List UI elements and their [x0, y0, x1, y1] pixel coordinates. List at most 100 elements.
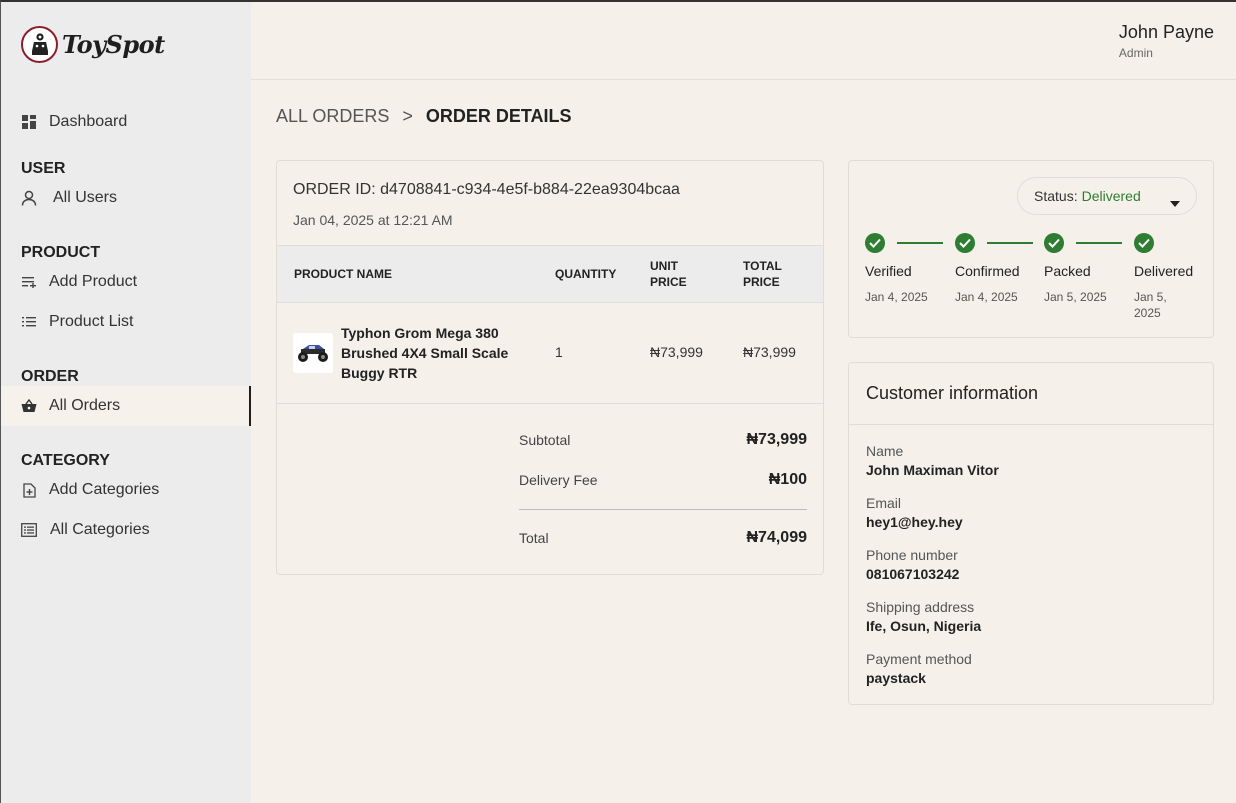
sidebar-item-add-product[interactable]: Add Product: [1, 262, 251, 302]
order-date: Jan 04, 2025 at 12:21 AM: [293, 212, 453, 228]
sidebar-nav: Dashboard USER All Users PRODUCT Add Pro…: [1, 102, 251, 550]
product-unit-price: ₦73,999: [650, 344, 703, 360]
sidebar-item-label: Add Categories: [49, 481, 160, 498]
sidebar-section-category: CATEGORY: [21, 452, 110, 469]
step-date-delivered: Jan 5, 2025: [1134, 289, 1167, 321]
step-connector: [897, 242, 943, 244]
list-alt-icon: [21, 522, 37, 538]
user-role: Admin: [1118, 46, 1153, 60]
sidebar-section-user: USER: [21, 160, 66, 177]
delivery-fee-value: ₦100: [768, 471, 807, 488]
step-label-verified: Verified: [865, 263, 912, 279]
customer-email: hey1@hey.hey: [866, 514, 963, 530]
subtotal-value: ₦73,999: [746, 431, 808, 448]
user-profile[interactable]: John Payne Admin: [1119, 22, 1214, 60]
order-id: ORDER ID: d4708841-c934-4e5f-b884-22ea93…: [293, 181, 680, 199]
step-label-packed: Packed: [1044, 263, 1091, 279]
order-id-label: ORDER ID:: [293, 181, 376, 198]
step-date-packed: Jan 5, 2025: [1044, 290, 1107, 304]
customer-card: Customer information Name John Maximan V…: [848, 362, 1214, 705]
product-name-line1: Typhon Grom Mega 380: [341, 325, 499, 341]
breadcrumb-current: ORDER DETAILS: [425, 106, 572, 126]
step-date-verified: Jan 4, 2025: [865, 290, 928, 304]
step-date-delivered-line2: 2025: [1134, 306, 1161, 320]
customer-phone-field: Phone number 081067103242: [866, 547, 959, 582]
basket-icon: [21, 398, 37, 414]
sidebar: ToySpot Dashboard USER All Users PRODUCT…: [1, 2, 251, 803]
subtotal-label: Subtotal: [519, 432, 571, 448]
sidebar-section-product: PRODUCT: [21, 244, 101, 261]
sidebar-item-label: Product List: [49, 313, 134, 330]
sidebar-item-all-users[interactable]: All Users: [1, 178, 251, 218]
rc-buggy-icon: [298, 345, 328, 362]
sidebar-item-dashboard[interactable]: Dashboard: [1, 102, 251, 142]
list-icon: [21, 314, 37, 330]
step-label-confirmed: Confirmed: [955, 263, 1020, 279]
step-connector: [987, 242, 1033, 244]
customer-name-field: Name John Maximan Vitor: [866, 443, 999, 478]
dashboard-icon: [21, 114, 37, 130]
breadcrumb-separator: >: [402, 106, 413, 126]
check-circle-icon: [955, 233, 975, 253]
field-label: Phone number: [866, 547, 958, 563]
check-circle-icon: [865, 233, 885, 253]
customer-payment: paystack: [866, 670, 926, 686]
product-quantity: 1: [555, 344, 563, 360]
check-circle-icon: [1134, 233, 1154, 253]
customer-name: John Maximan Vitor: [866, 462, 999, 478]
customer-payment-field: Payment method paystack: [866, 651, 972, 686]
product-name: Typhon Grom Mega 380 Brushed 4X4 Small S…: [341, 323, 521, 383]
column-product-name: PRODUCT NAME: [294, 267, 392, 281]
summary-divider: [519, 509, 807, 510]
status-dropdown[interactable]: Status: Delivered: [1017, 177, 1197, 215]
sidebar-item-label: Add Product: [49, 273, 138, 290]
order-id-value: d4708841-c934-4e5f-b884-22ea9304bcaa: [380, 181, 680, 198]
column-total-price-line1: TOTAL: [743, 259, 782, 273]
customer-phone: 081067103242: [866, 566, 960, 582]
customer-email-field: Email hey1@hey.hey: [866, 495, 963, 530]
product-name-line3: Buggy RTR: [341, 365, 418, 381]
user-icon: [21, 190, 37, 206]
step-connector: [1076, 242, 1122, 244]
order-card: ORDER ID: d4708841-c934-4e5f-b884-22ea93…: [276, 160, 824, 575]
product-total-price: ₦73,999: [743, 344, 796, 360]
column-quantity: QUANTITY: [555, 267, 617, 281]
total-value: ₦74,099: [746, 529, 808, 546]
column-total-price-line2: PRICE: [743, 275, 780, 289]
customer-address: Ife, Osun, Nigeria: [866, 618, 982, 634]
status-prefix: Status:: [1034, 188, 1078, 204]
breadcrumb: ALL ORDERS > ORDER DETAILS: [276, 106, 572, 127]
product-thumbnail: [293, 333, 333, 373]
delivery-fee-label: Delivery Fee: [519, 472, 598, 488]
check-circle-icon: [1044, 233, 1064, 253]
column-unit-price-line2: PRICE: [650, 275, 687, 289]
sidebar-item-label: All Users: [53, 189, 118, 206]
customer-card-title: Customer information: [849, 363, 1213, 425]
field-label: Shipping address: [866, 599, 975, 615]
sidebar-item-product-list[interactable]: Product List: [1, 302, 251, 342]
sidebar-item-label: All Categories: [50, 521, 150, 538]
note-add-icon: [21, 482, 37, 498]
status-value: Delivered: [1081, 188, 1141, 204]
sidebar-item-all-orders[interactable]: All Orders: [1, 386, 251, 426]
breadcrumb-all-orders-link[interactable]: ALL ORDERS: [276, 106, 389, 127]
total-label: Total: [519, 530, 549, 546]
column-unit-price: UNIT PRICE: [650, 258, 687, 290]
step-date-delivered-line1: Jan 5,: [1134, 290, 1167, 304]
column-total-price: TOTAL PRICE: [743, 258, 782, 290]
sidebar-item-label: Dashboard: [49, 113, 128, 130]
playlist-add-icon: [21, 274, 37, 290]
brand-name: ToySpot: [62, 30, 165, 59]
caret-down-icon: [1170, 194, 1180, 210]
sidebar-item-label: All Orders: [49, 397, 121, 414]
step-date-confirmed: Jan 4, 2025: [955, 290, 1018, 304]
brand-logo[interactable]: ToySpot: [21, 26, 165, 63]
sidebar-item-all-categories[interactable]: All Categories: [1, 510, 251, 550]
field-label: Payment method: [866, 651, 972, 667]
column-unit-price-line1: UNIT: [650, 259, 678, 273]
field-label: Name: [866, 443, 904, 459]
sidebar-item-add-categories[interactable]: Add Categories: [1, 470, 251, 510]
user-name: John Payne: [1118, 22, 1214, 42]
customer-address-field: Shipping address Ife, Osun, Nigeria: [866, 599, 981, 634]
field-label: Email: [866, 495, 902, 511]
